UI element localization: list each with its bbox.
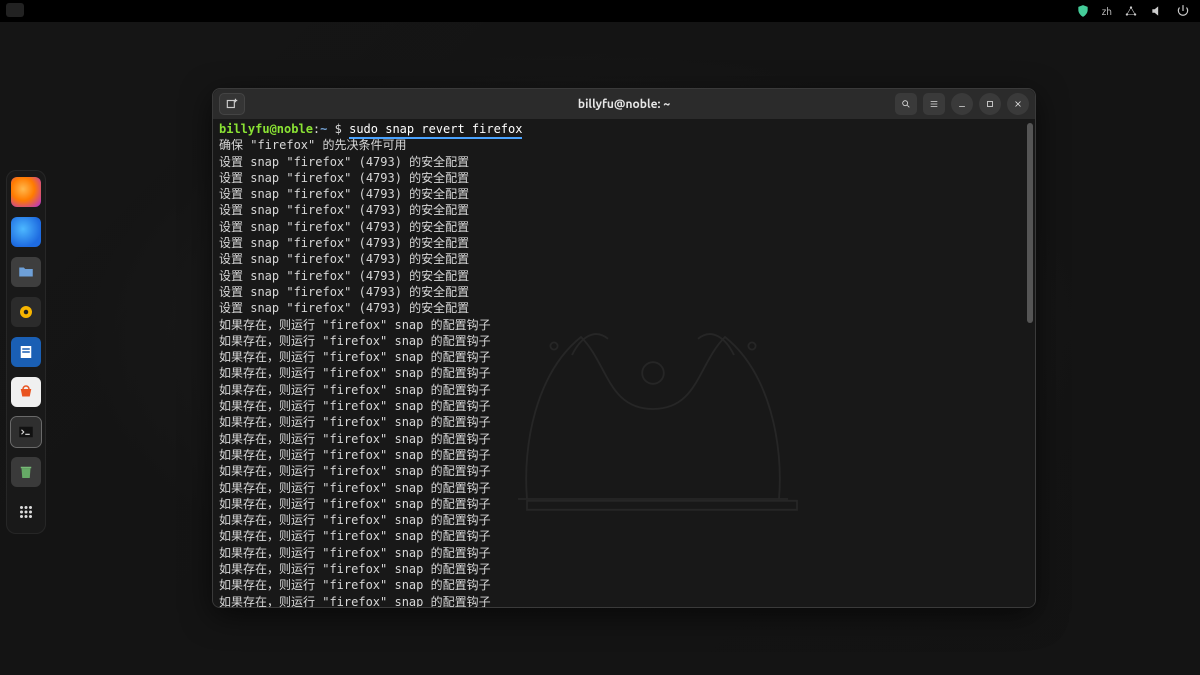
terminal-line: 如果存在，则运行 "firefox" snap 的配置钩子 xyxy=(219,480,1029,496)
terminal-output[interactable]: billyfu@noble:~ $ sudo snap revert firef… xyxy=(213,119,1035,607)
terminal-window: billyfu@noble: ~ xyxy=(212,88,1036,608)
terminal-body[interactable]: billyfu@noble:~ $ sudo snap revert firef… xyxy=(213,119,1035,607)
terminal-line: 如果存在，则运行 "firefox" snap 的配置钩子 xyxy=(219,382,1029,398)
terminal-line: 设置 snap "firefox" (4793) 的安全配置 xyxy=(219,300,1029,316)
dock-terminal[interactable] xyxy=(11,417,41,447)
dock-trash[interactable] xyxy=(11,457,41,487)
terminal-line: 设置 snap "firefox" (4793) 的安全配置 xyxy=(219,219,1029,235)
top-panel: zh xyxy=(0,0,1200,22)
dock-files[interactable] xyxy=(11,257,41,287)
new-tab-button[interactable] xyxy=(219,93,245,115)
terminal-line: 如果存在，则运行 "firefox" snap 的配置钩子 xyxy=(219,365,1029,381)
terminal-line: 如果存在，则运行 "firefox" snap 的配置钩子 xyxy=(219,463,1029,479)
volume-icon[interactable] xyxy=(1150,4,1164,18)
power-icon[interactable] xyxy=(1176,4,1190,18)
terminal-line: 如果存在，则运行 "firefox" snap 的配置钩子 xyxy=(219,545,1029,561)
terminal-line: 设置 snap "firefox" (4793) 的安全配置 xyxy=(219,284,1029,300)
terminal-prompt-line: billyfu@noble:~ $ sudo snap revert firef… xyxy=(219,121,1029,137)
maximize-button[interactable] xyxy=(979,93,1001,115)
dock-rhythmbox[interactable] xyxy=(11,297,41,327)
terminal-line: 如果存在，则运行 "firefox" snap 的配置钩子 xyxy=(219,431,1029,447)
terminal-line: 设置 snap "firefox" (4793) 的安全配置 xyxy=(219,235,1029,251)
terminal-scrollbar[interactable] xyxy=(1027,123,1033,323)
terminal-line: 如果存在，则运行 "firefox" snap 的配置钩子 xyxy=(219,414,1029,430)
dock-libreoffice-writer[interactable] xyxy=(11,337,41,367)
minimize-button[interactable] xyxy=(951,93,973,115)
terminal-line: 设置 snap "firefox" (4793) 的安全配置 xyxy=(219,202,1029,218)
network-icon[interactable] xyxy=(1124,4,1138,18)
terminal-line: 设置 snap "firefox" (4793) 的安全配置 xyxy=(219,251,1029,267)
input-language-indicator[interactable]: zh xyxy=(1102,6,1112,17)
prompt-path: ~ xyxy=(320,122,327,136)
terminal-line: 如果存在，则运行 "firefox" snap 的配置钩子 xyxy=(219,561,1029,577)
terminal-line: 如果存在，则运行 "firefox" snap 的配置钩子 xyxy=(219,349,1029,365)
dock-show-apps[interactable] xyxy=(11,497,41,527)
terminal-line: 确保 "firefox" 的先决条件可用 xyxy=(219,137,1029,153)
search-button[interactable] xyxy=(895,93,917,115)
terminal-line: 设置 snap "firefox" (4793) 的安全配置 xyxy=(219,170,1029,186)
terminal-titlebar[interactable]: billyfu@noble: ~ xyxy=(213,89,1035,119)
terminal-line: 设置 snap "firefox" (4793) 的安全配置 xyxy=(219,186,1029,202)
menu-button[interactable] xyxy=(923,93,945,115)
terminal-line: 如果存在，则运行 "firefox" snap 的配置钩子 xyxy=(219,317,1029,333)
dock-firefox[interactable] xyxy=(11,177,41,207)
terminal-line: 如果存在，则运行 "firefox" snap 的配置钩子 xyxy=(219,398,1029,414)
terminal-line: 如果存在，则运行 "firefox" snap 的配置钩子 xyxy=(219,447,1029,463)
terminal-line: 设置 snap "firefox" (4793) 的安全配置 xyxy=(219,268,1029,284)
terminal-line: 如果存在，则运行 "firefox" snap 的配置钩子 xyxy=(219,333,1029,349)
terminal-line: 如果存在，则运行 "firefox" snap 的配置钩子 xyxy=(219,528,1029,544)
close-button[interactable] xyxy=(1007,93,1029,115)
terminal-line: 设置 snap "firefox" (4793) 的安全配置 xyxy=(219,154,1029,170)
dock xyxy=(6,170,46,534)
terminal-line: 如果存在，则运行 "firefox" snap 的配置钩子 xyxy=(219,577,1029,593)
terminal-line: 如果存在，则运行 "firefox" snap 的配置钩子 xyxy=(219,594,1029,607)
dock-software-center[interactable] xyxy=(11,377,41,407)
terminal-line: 如果存在，则运行 "firefox" snap 的配置钩子 xyxy=(219,512,1029,528)
activities-corner[interactable] xyxy=(6,3,24,17)
prompt-userhost: billyfu@noble xyxy=(219,122,313,136)
dock-thunderbird[interactable] xyxy=(11,217,41,247)
terminal-line: 如果存在，则运行 "firefox" snap 的配置钩子 xyxy=(219,496,1029,512)
shield-icon[interactable] xyxy=(1076,4,1090,18)
prompt-dollar: $ xyxy=(335,122,342,136)
